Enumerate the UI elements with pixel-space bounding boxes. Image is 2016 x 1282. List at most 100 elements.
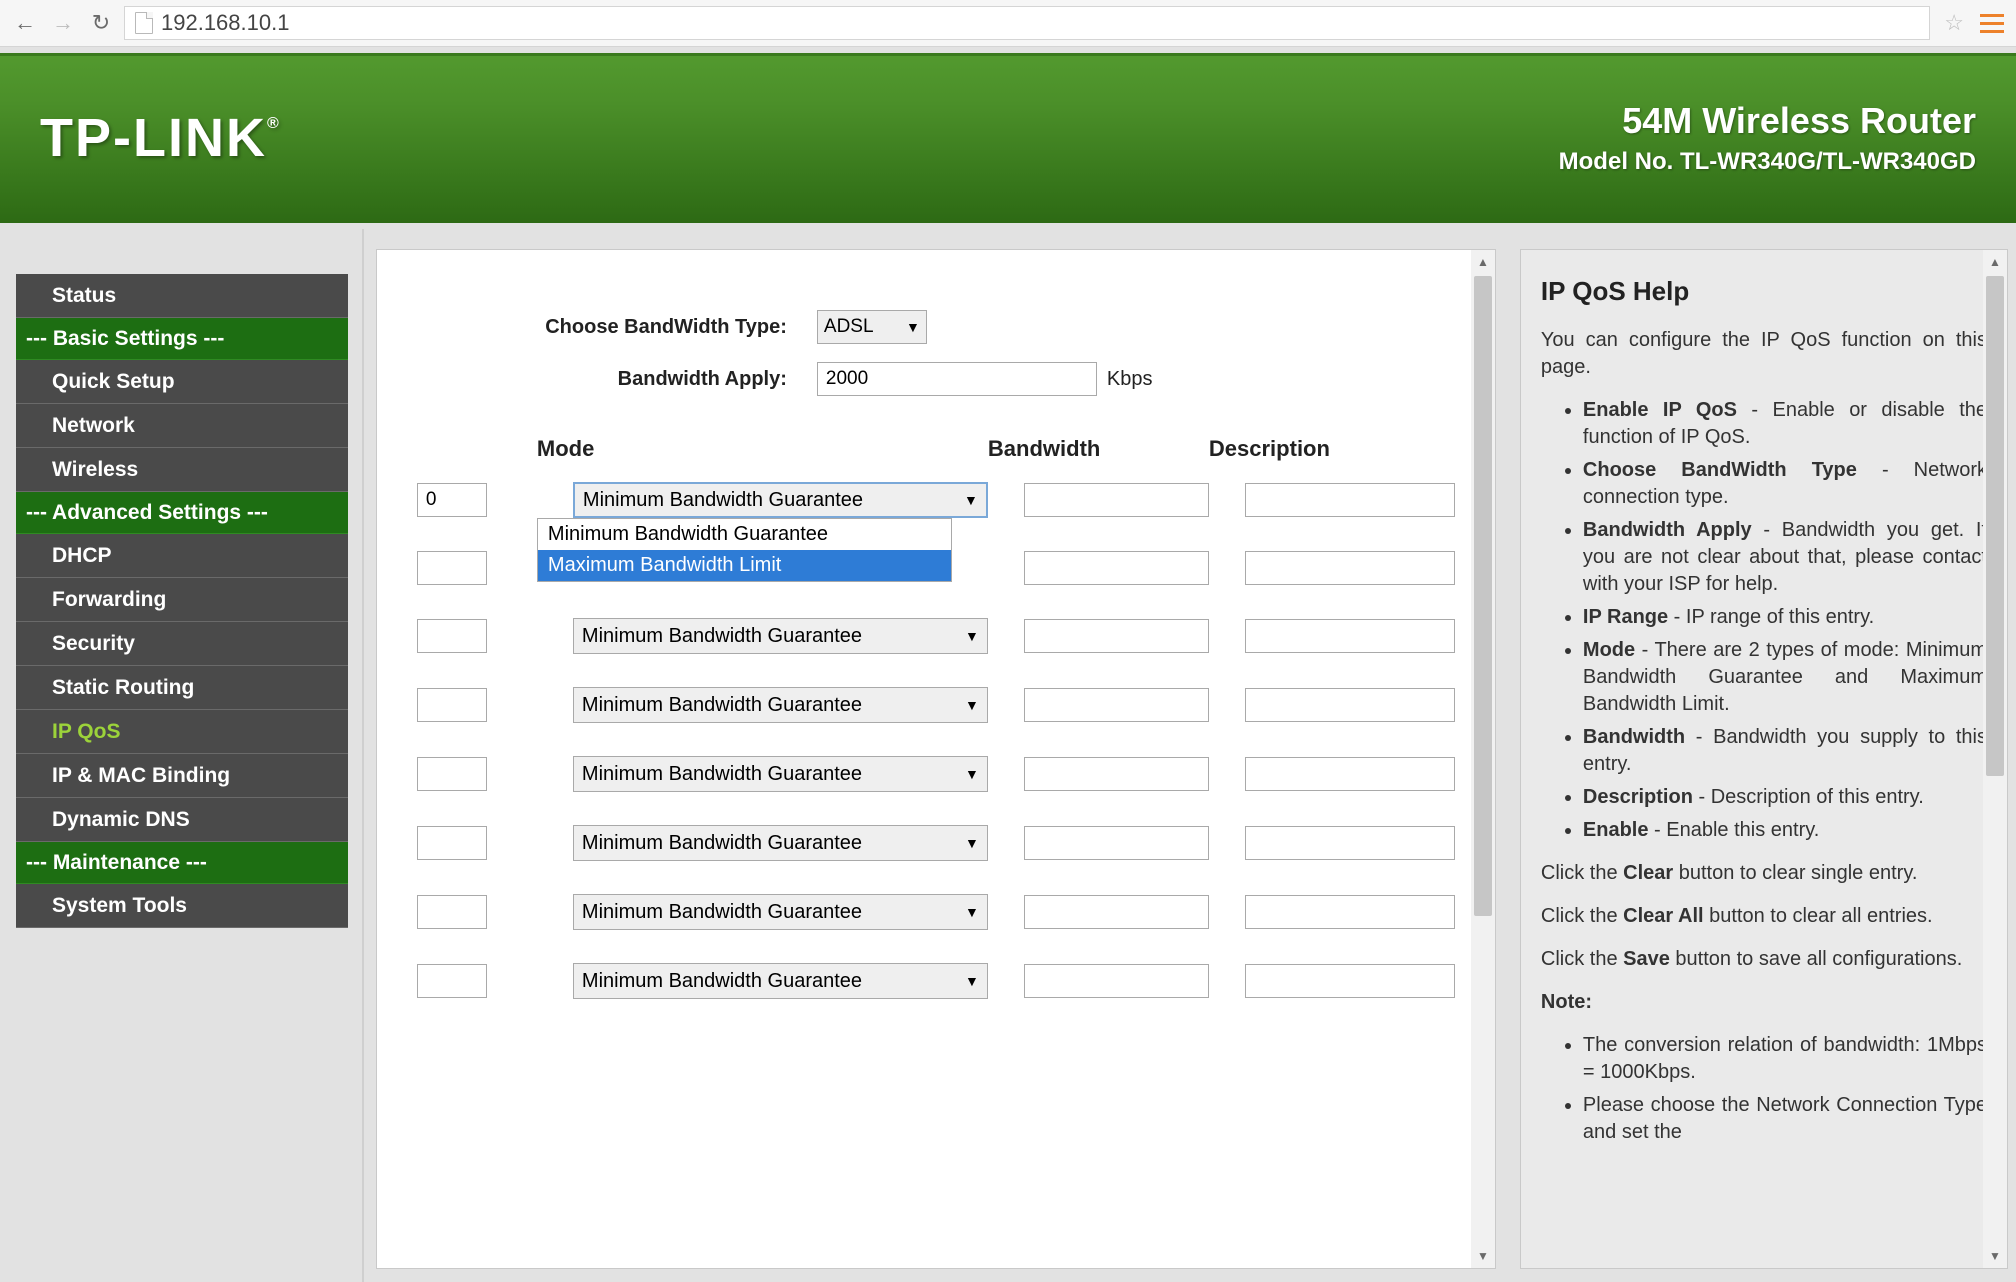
ip-range-input[interactable] [417,619,487,653]
bandwidth-type-label: Choose BandWidth Type: [417,316,817,339]
sidebar-section-header: --- Advanced Settings --- [16,492,348,534]
back-button[interactable]: ← [10,8,40,38]
table-row: Minimum Bandwidth Guarantee▼Minimum Band… [417,482,1455,518]
mode-select[interactable]: Minimum Bandwidth Guarantee▼ [573,894,988,930]
sidebar-item[interactable]: Static Routing [16,666,348,710]
ip-range-input[interactable] [417,826,487,860]
scroll-thumb[interactable] [1986,276,2004,776]
help-bullet: Choose BandWidth Type - Network connecti… [1583,457,1987,511]
ip-range-input[interactable] [417,964,487,998]
main-panel: Choose BandWidth Type: ADSL▼ Bandwidth A… [364,229,1508,1282]
scroll-down-icon[interactable]: ▼ [1983,1244,2007,1268]
main-scrollbar[interactable]: ▲ ▼ [1471,250,1495,1268]
mode-select[interactable]: Minimum Bandwidth Guarantee▼ [573,618,988,654]
table-row: Minimum Bandwidth Guarantee▼ [417,963,1455,999]
description-input[interactable] [1245,826,1455,860]
table-row: Minimum Bandwidth Guarantee▼ [417,825,1455,861]
chevron-down-icon: ▼ [965,628,979,644]
description-input[interactable] [1245,688,1455,722]
bandwidth-input[interactable] [1024,483,1209,517]
mode-dropdown-list: Minimum Bandwidth GuaranteeMaximum Bandw… [537,518,952,582]
table-row: Minimum Bandwidth Guarantee▼ [417,894,1455,930]
qos-table: Mode Bandwidth Description Minimum Bandw… [417,436,1455,999]
forward-button[interactable]: → [48,8,78,38]
scroll-thumb[interactable] [1474,276,1492,916]
bandwidth-apply-input[interactable] [817,362,1097,396]
sidebar-item[interactable]: Network [16,404,348,448]
sidebar-item[interactable]: IP & MAC Binding [16,754,348,798]
sidebar-item[interactable]: Status [16,274,348,318]
help-save-line: Click the Save button to save all config… [1541,946,1987,973]
ip-range-input[interactable] [417,551,487,585]
bandwidth-input[interactable] [1024,757,1209,791]
scroll-up-icon[interactable]: ▲ [1983,250,2007,274]
page-icon [135,12,153,34]
description-input[interactable] [1245,964,1455,998]
sidebar-item[interactable]: IP QoS [16,710,348,754]
help-note-item: The conversion relation of bandwidth: 1M… [1583,1032,1987,1086]
ip-range-input[interactable] [417,895,487,929]
bandwidth-unit: Kbps [1107,368,1153,391]
help-panel: IP QoS Help You can configure the IP QoS… [1508,229,2016,1282]
description-input[interactable] [1245,757,1455,791]
help-note-item: Please choose the Network Connection Typ… [1583,1092,1987,1146]
bandwidth-input[interactable] [1024,826,1209,860]
bandwidth-input[interactable] [1024,688,1209,722]
help-bullet: Description - Description of this entry. [1583,784,1987,811]
sidebar-item[interactable]: Wireless [16,448,348,492]
bookmark-star-icon[interactable]: ☆ [1938,10,1970,36]
help-bullet: Enable - Enable this entry. [1583,817,1987,844]
mode-dropdown-item[interactable]: Minimum Bandwidth Guarantee [538,519,951,550]
bandwidth-input[interactable] [1024,551,1209,585]
sidebar-nav: Status--- Basic Settings ---Quick SetupN… [0,229,364,1282]
ip-range-input[interactable] [417,688,487,722]
description-input[interactable] [1245,619,1455,653]
chevron-down-icon: ▼ [965,835,979,851]
description-input[interactable] [1245,895,1455,929]
product-info: 54M Wireless Router Model No. TL-WR340G/… [1559,100,1976,176]
browser-toolbar: ← → ↻ 192.168.10.1 ☆ [0,0,2016,47]
sidebar-item[interactable]: Security [16,622,348,666]
help-notes-list: The conversion relation of bandwidth: 1M… [1541,1032,1987,1146]
description-input[interactable] [1245,483,1455,517]
description-input[interactable] [1245,551,1455,585]
mode-select[interactable]: Minimum Bandwidth Guarantee▼ [573,963,988,999]
sidebar-item[interactable]: DHCP [16,534,348,578]
help-title: IP QoS Help [1541,274,1987,309]
mode-select[interactable]: Minimum Bandwidth Guarantee▼ [573,482,988,518]
help-bullet: Enable IP QoS - Enable or disable the fu… [1583,397,1987,451]
chevron-down-icon: ▼ [965,973,979,989]
address-bar[interactable]: 192.168.10.1 [124,6,1930,40]
sidebar-item[interactable]: Forwarding [16,578,348,622]
help-intro: You can configure the IP QoS function on… [1541,327,1987,381]
bandwidth-input[interactable] [1024,964,1209,998]
bandwidth-type-select[interactable]: ADSL▼ [817,310,927,344]
bandwidth-input[interactable] [1024,895,1209,929]
mode-select[interactable]: Minimum Bandwidth Guarantee▼ [573,825,988,861]
sidebar-item[interactable]: Dynamic DNS [16,798,348,842]
help-bullet: IP Range - IP range of this entry. [1583,604,1987,631]
scroll-down-icon[interactable]: ▼ [1471,1244,1495,1268]
sidebar-item[interactable]: Quick Setup [16,360,348,404]
hamburger-menu-icon[interactable] [1978,8,2006,39]
help-bullet: Mode - There are 2 types of mode: Minimu… [1583,637,1987,718]
mode-dropdown-item[interactable]: Maximum Bandwidth Limit [538,550,951,581]
ip-range-input[interactable] [417,483,487,517]
chevron-down-icon: ▼ [964,492,978,508]
scroll-up-icon[interactable]: ▲ [1471,250,1495,274]
chevron-down-icon: ▼ [965,904,979,920]
col-header-description: Description [1209,436,1419,462]
ip-range-input[interactable] [417,757,487,791]
mode-select[interactable]: Minimum Bandwidth Guarantee▼ [573,756,988,792]
url-text: 192.168.10.1 [161,10,289,36]
router-header: TP-LINK® 54M Wireless Router Model No. T… [0,47,2016,229]
product-title: 54M Wireless Router [1559,100,1976,142]
table-row: Minimum Bandwidth Guarantee▼ [417,618,1455,654]
col-header-mode: Mode [537,436,952,462]
mode-select[interactable]: Minimum Bandwidth Guarantee▼ [573,687,988,723]
help-scrollbar[interactable]: ▲ ▼ [1983,250,2007,1268]
sidebar-item[interactable]: System Tools [16,884,348,928]
bandwidth-input[interactable] [1024,619,1209,653]
reload-button[interactable]: ↻ [86,8,116,38]
help-clear-line: Click the Clear button to clear single e… [1541,860,1987,887]
